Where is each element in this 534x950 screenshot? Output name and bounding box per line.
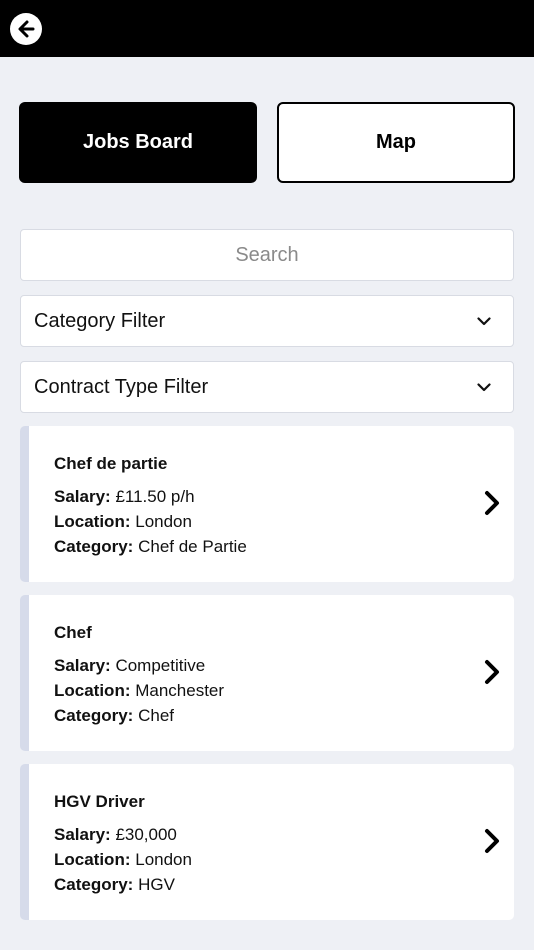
category-value: HGV (138, 875, 175, 894)
job-location: Location: Manchester (54, 678, 224, 703)
job-salary: Salary: £11.50 p/h (54, 484, 247, 509)
chevron-down-icon (477, 316, 491, 326)
contract-type-filter-select[interactable]: Contract Type Filter (20, 361, 514, 413)
search-input[interactable] (21, 230, 513, 280)
salary-value: £30,000 (115, 825, 177, 844)
job-category: Category: HGV (54, 872, 192, 897)
back-button[interactable] (10, 13, 42, 45)
category-label: Category: (54, 706, 134, 725)
contract-type-filter-label: Contract Type Filter (34, 375, 209, 398)
category-value: Chef (138, 706, 175, 725)
job-category: Category: Chef (54, 703, 224, 728)
view-toggle: Jobs Board Map (19, 102, 515, 184)
top-app-bar (0, 0, 534, 57)
location-label: Location: (54, 681, 131, 700)
job-card[interactable]: Chef Salary: Competitive Location: Manch… (20, 595, 514, 751)
job-title: HGV Driver (54, 792, 145, 811)
location-label: Location: (54, 512, 131, 531)
category-value: Chef de Partie (138, 537, 247, 556)
search-box (20, 229, 514, 281)
salary-label: Salary: (54, 656, 111, 675)
job-title: Chef (54, 623, 92, 642)
job-location: Location: London (54, 509, 247, 534)
salary-label: Salary: (54, 487, 111, 506)
job-location: Location: London (54, 847, 192, 872)
location-value: Manchester (135, 681, 225, 700)
category-filter-label: Category Filter (34, 309, 166, 332)
chevron-down-icon (477, 382, 491, 392)
category-filter-select[interactable]: Category Filter (20, 295, 514, 347)
salary-label: Salary: (54, 825, 111, 844)
category-label: Category: (54, 537, 134, 556)
jobs-board-tab[interactable]: Jobs Board (19, 102, 257, 183)
salary-value: Competitive (115, 656, 206, 675)
job-card[interactable]: Chef de partie Salary: £11.50 p/h Locati… (20, 426, 514, 582)
chevron-right-icon (484, 828, 500, 854)
job-category: Category: Chef de Partie (54, 534, 247, 559)
location-value: London (135, 512, 192, 531)
arrow-left-circle-icon (15, 18, 37, 40)
chevron-right-icon (484, 659, 500, 685)
chevron-right-icon (484, 490, 500, 516)
job-salary: Salary: £30,000 (54, 822, 192, 847)
job-title: Chef de partie (54, 454, 168, 473)
job-salary: Salary: Competitive (54, 653, 224, 678)
job-card[interactable]: HGV Driver Salary: £30,000 Location: Lon… (20, 764, 514, 920)
salary-value: £11.50 p/h (115, 487, 195, 506)
category-label: Category: (54, 875, 134, 894)
location-label: Location: (54, 850, 131, 869)
map-tab[interactable]: Map (277, 102, 515, 183)
location-value: London (135, 850, 192, 869)
